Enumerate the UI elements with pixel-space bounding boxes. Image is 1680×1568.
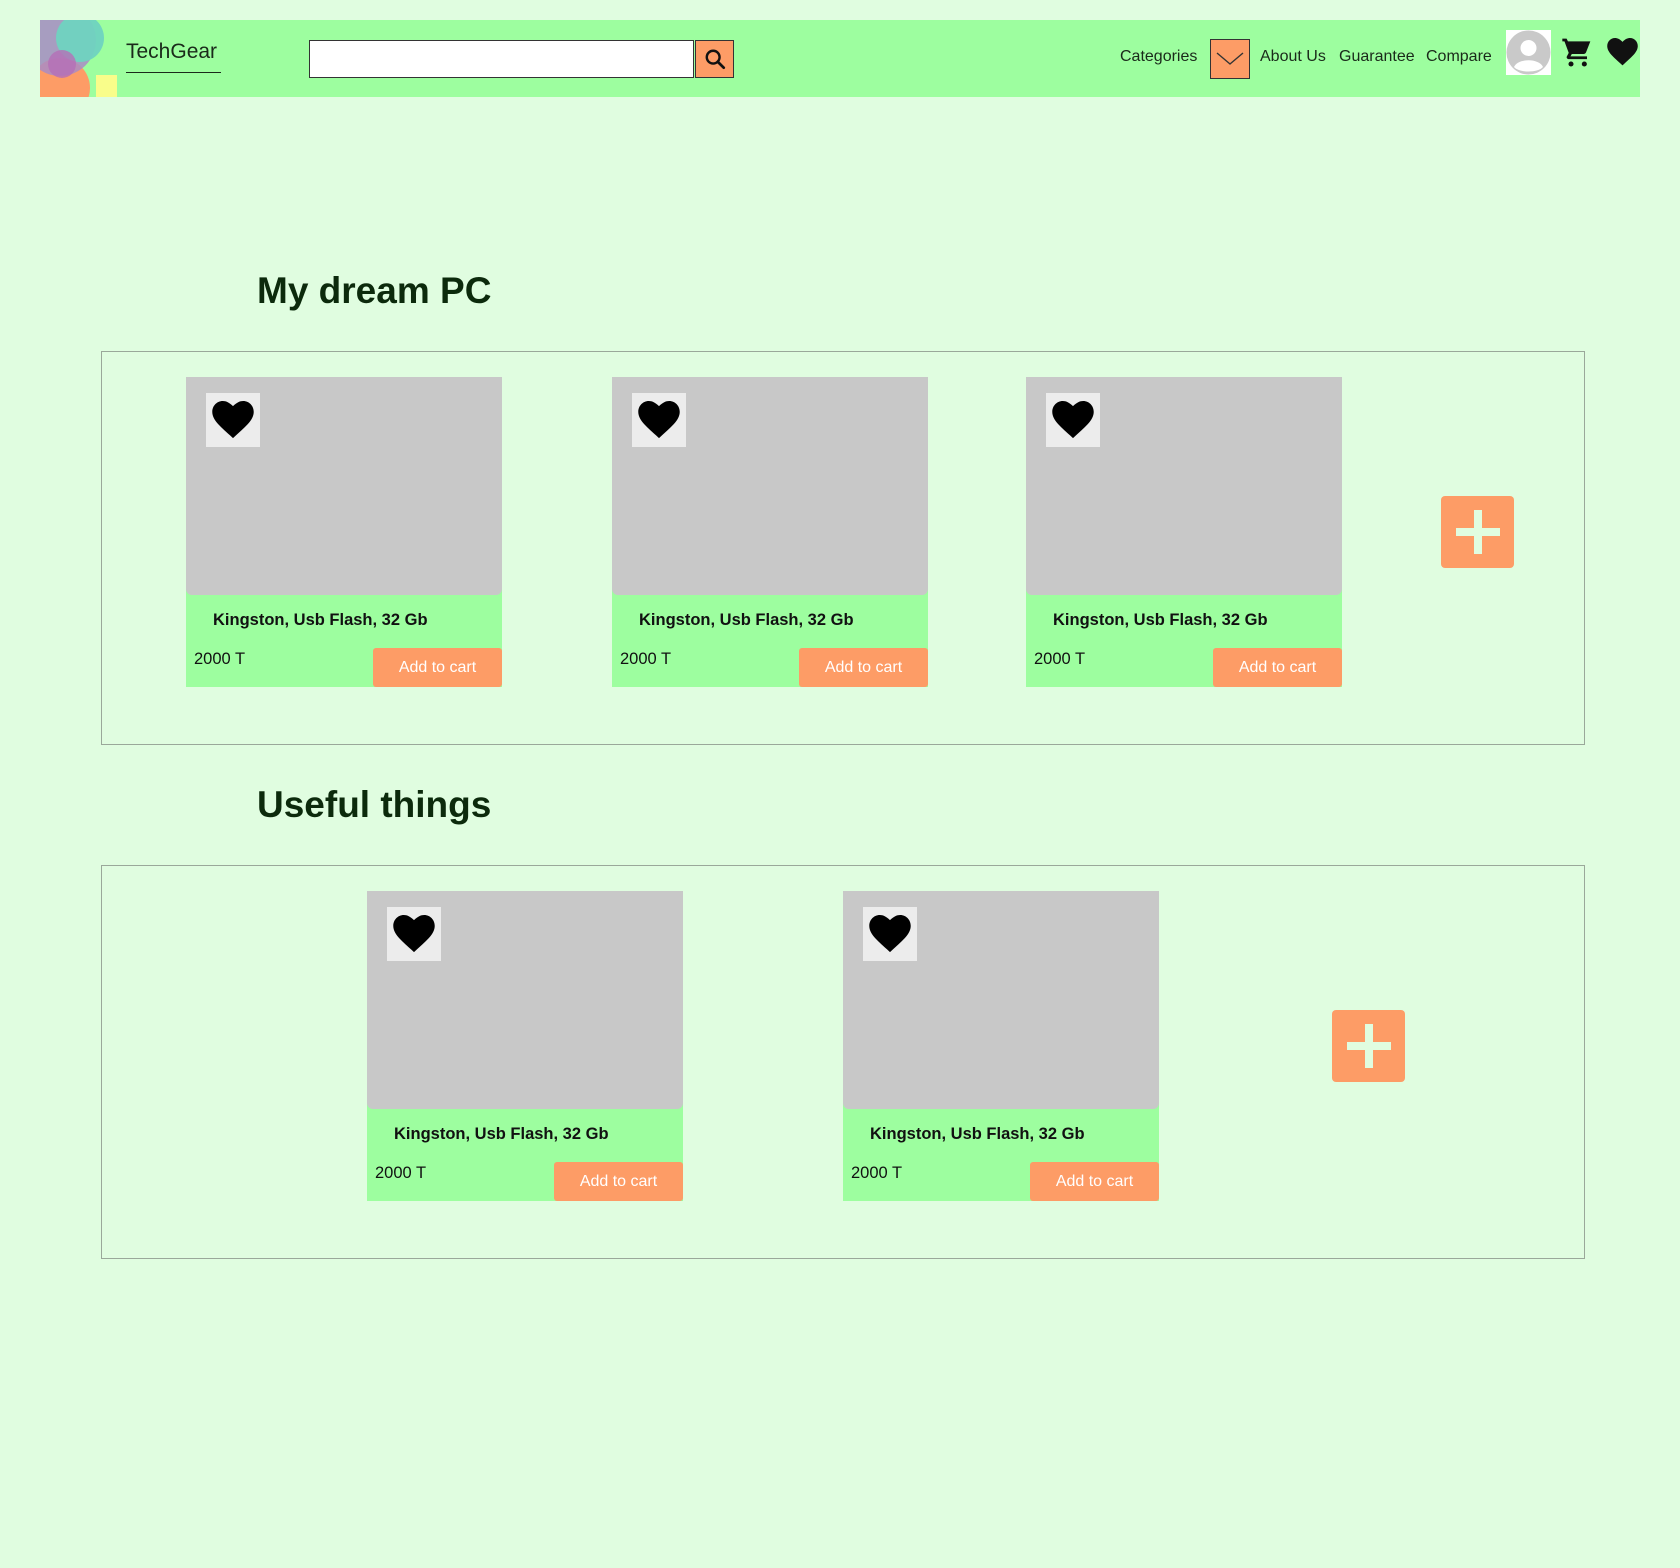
heart-icon	[869, 915, 911, 953]
section-useful-things: Kingston, Usb Flash, 32 Gb 2000 T Add to…	[101, 865, 1585, 1259]
product-card[interactable]: Kingston, Usb Flash, 32 Gb 2000 T Add to…	[367, 891, 683, 1201]
section-title-dream-pc: My dream PC	[257, 270, 492, 311]
add-to-cart-button[interactable]: Add to cart	[1213, 648, 1342, 687]
user-avatar-icon	[1506, 30, 1551, 75]
favorite-toggle[interactable]	[206, 393, 260, 447]
product-name[interactable]: Kingston, Usb Flash, 32 Gb	[394, 1125, 609, 1144]
product-card[interactable]: Kingston, Usb Flash, 32 Gb 2000 T Add to…	[1026, 377, 1342, 687]
product-name[interactable]: Kingston, Usb Flash, 32 Gb	[213, 611, 428, 630]
product-price: 2000 T	[194, 650, 246, 668]
plus-icon	[1455, 510, 1500, 554]
add-to-cart-button[interactable]: Add to cart	[554, 1162, 683, 1201]
favorite-toggle[interactable]	[387, 907, 441, 961]
heart-icon	[1607, 38, 1638, 66]
brand-name[interactable]: TechGear	[126, 40, 221, 73]
cart-icon	[1562, 38, 1591, 67]
product-price: 2000 T	[375, 1164, 427, 1182]
search-input[interactable]	[309, 40, 694, 78]
search-icon	[705, 49, 725, 70]
cart-button[interactable]	[1560, 36, 1594, 73]
favorite-toggle[interactable]	[632, 393, 686, 447]
logo-graphic	[40, 20, 117, 97]
plus-icon	[1346, 1024, 1391, 1068]
add-product-button[interactable]	[1332, 1010, 1405, 1082]
product-name[interactable]: Kingston, Usb Flash, 32 Gb	[1053, 611, 1268, 630]
user-avatar[interactable]	[1506, 30, 1551, 75]
heart-icon	[393, 915, 435, 953]
product-price: 2000 T	[1034, 650, 1086, 668]
add-to-cart-button[interactable]: Add to cart	[799, 648, 928, 687]
chevron-down-icon	[1216, 52, 1244, 65]
heart-icon	[212, 401, 254, 439]
product-price: 2000 T	[620, 650, 672, 668]
nav-categories[interactable]: Categories	[1120, 48, 1197, 66]
favorite-toggle[interactable]	[863, 907, 917, 961]
nav-about-us[interactable]: About Us	[1260, 48, 1326, 66]
heart-icon	[1052, 401, 1094, 439]
product-card[interactable]: Kingston, Usb Flash, 32 Gb 2000 T Add to…	[843, 891, 1159, 1201]
section-title-useful-things: Useful things	[257, 784, 492, 825]
header: TechGear Categories About Us Guarantee C…	[40, 20, 1640, 97]
product-card[interactable]: Kingston, Usb Flash, 32 Gb 2000 T Add to…	[186, 377, 502, 687]
add-to-cart-button[interactable]: Add to cart	[1030, 1162, 1159, 1201]
add-product-button[interactable]	[1441, 496, 1514, 568]
product-price: 2000 T	[851, 1164, 903, 1182]
search-button[interactable]	[695, 40, 734, 78]
heart-icon	[638, 401, 680, 439]
add-to-cart-button[interactable]: Add to cart	[373, 648, 502, 687]
nav-compare[interactable]: Compare	[1426, 48, 1492, 66]
favorites-button[interactable]	[1607, 38, 1638, 71]
product-name[interactable]: Kingston, Usb Flash, 32 Gb	[639, 611, 854, 630]
nav-guarantee[interactable]: Guarantee	[1339, 48, 1415, 66]
product-card[interactable]: Kingston, Usb Flash, 32 Gb 2000 T Add to…	[612, 377, 928, 687]
logo[interactable]	[40, 20, 117, 97]
favorite-toggle[interactable]	[1046, 393, 1100, 447]
product-name[interactable]: Kingston, Usb Flash, 32 Gb	[870, 1125, 1085, 1144]
section-dream-pc: Kingston, Usb Flash, 32 Gb 2000 T Add to…	[101, 351, 1585, 745]
categories-dropdown-button[interactable]	[1210, 39, 1250, 79]
